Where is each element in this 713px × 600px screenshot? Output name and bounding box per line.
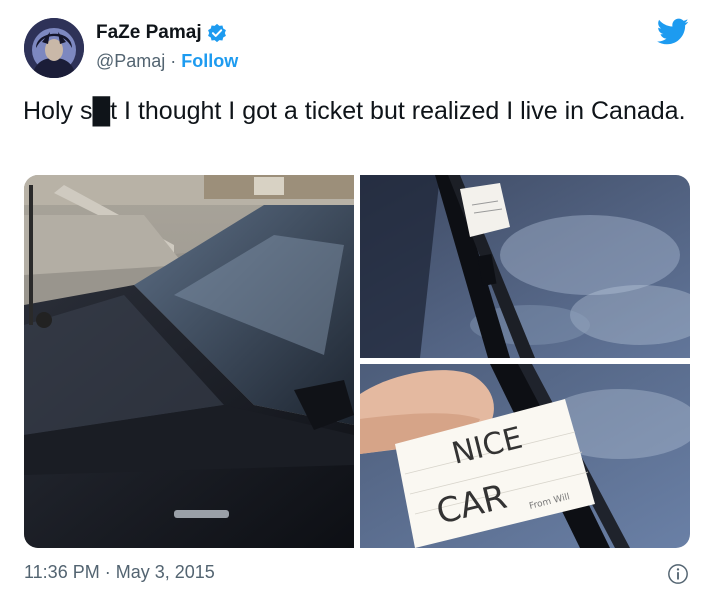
tweet-date[interactable]: May 3, 2015 [116,562,215,583]
handle-separator: · [170,51,177,71]
meta-separator: · [104,562,111,582]
tweet-card: FaZe Pamaj @Pamaj · Follow Holy s█t I th… [0,0,713,600]
media-grid[interactable]: NICE CAR From Will [24,175,690,548]
photo-wiper-note[interactable] [360,175,690,358]
photo-nice-car-note[interactable]: NICE CAR From Will [360,364,690,548]
author-handle[interactable]: @Pamaj [96,51,165,72]
follow-button[interactable]: Follow [181,51,238,72]
tweet-text: Holy s█t I thought I got a ticket but re… [23,97,686,125]
verified-badge-icon [207,23,227,43]
author-handle-row: @Pamaj · Follow [96,51,238,72]
info-icon[interactable] [667,563,689,585]
author-display-name[interactable]: FaZe Pamaj [96,22,202,44]
author-name-row: FaZe Pamaj [96,22,227,44]
twitter-bird-icon[interactable] [657,18,689,46]
avatar[interactable] [24,18,84,78]
tweet-meta: 11:36 PM · May 3, 2015 [24,562,215,583]
photo-car[interactable] [24,175,354,548]
tweet-time[interactable]: 11:36 PM [24,562,100,583]
